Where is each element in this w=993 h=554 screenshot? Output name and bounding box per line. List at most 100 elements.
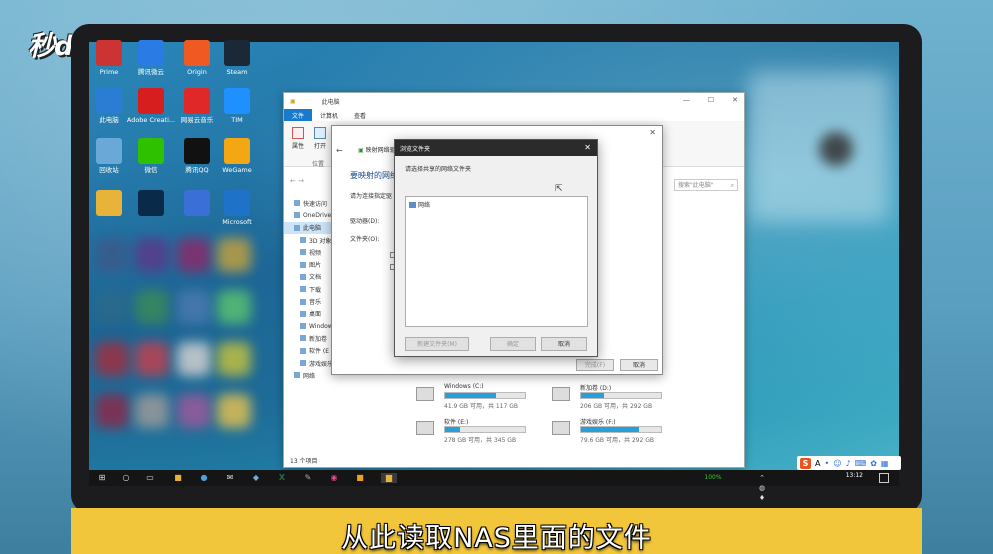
explorer-title: 此电脑 — [321, 98, 340, 106]
chrome-icon[interactable]: ◉ — [329, 473, 339, 483]
desktop-icon-label: Steam — [226, 68, 248, 76]
properties-icon — [292, 127, 304, 139]
skin-icon[interactable]: ✿ — [870, 459, 877, 468]
desktop-icon[interactable]: WeGame — [206, 138, 268, 174]
steam-icon — [224, 40, 250, 66]
tree-item-label: 网络 — [418, 202, 431, 209]
caption-text: 从此读取NAS里面的文件 — [341, 523, 652, 554]
nav-folder-icon — [300, 273, 306, 280]
properties-button[interactable]: 属性 — [288, 127, 308, 150]
browse-folder-dialog[interactable]: 浏览文件夹 ✕ 请选择共享的网络文件夹 网络 ⇱ 新建文件夹(M) 确定 取消 — [394, 139, 598, 357]
open-button[interactable]: 打开 — [310, 127, 330, 150]
excel-icon[interactable]: X — [277, 473, 287, 483]
nav-folder-icon — [294, 224, 300, 231]
network-drive-icon: ▣ — [358, 147, 364, 154]
explorer-titlebar[interactable]: ▣ 此电脑 — [284, 93, 744, 109]
close-icon[interactable]: ✕ — [732, 96, 738, 104]
nav-folder-icon — [300, 298, 306, 305]
blurred-icon — [135, 290, 169, 324]
tools-icon[interactable]: ▦ — [881, 459, 889, 468]
close-icon[interactable]: ✕ — [584, 143, 591, 152]
ok-button[interactable]: 确定 — [490, 337, 536, 351]
drive-tile[interactable]: 新加卷 (D:) 206 GB 可用，共 292 GB — [552, 383, 672, 413]
desktop-icon[interactable]: TIM — [206, 88, 268, 124]
prime-icon — [96, 40, 122, 66]
cancel-button[interactable]: 取消 — [541, 337, 587, 351]
battery-icon[interactable]: 100% — [703, 473, 723, 483]
nav-item-label: 网络 — [303, 372, 316, 380]
ime-toolbar[interactable]: S A • ☺ ♪ ⌨ ✿ ▦ — [797, 456, 901, 470]
open-label: 打开 — [313, 143, 326, 150]
photoshop-icon — [138, 190, 164, 216]
punctuation-icon[interactable]: • — [824, 459, 829, 468]
drive-usage-fill — [581, 393, 605, 398]
drive-usage-fill — [445, 393, 497, 398]
file-explorer-taskbar-icon[interactable]: ▆ — [381, 473, 397, 483]
tab-file[interactable]: 文件 — [284, 108, 313, 122]
blurred-icon — [177, 394, 211, 428]
sogou-ime-icon[interactable]: S — [800, 457, 811, 469]
browser-icon[interactable]: ● — [199, 473, 209, 483]
drive-free-space: 278 GB 可用，共 345 GB — [444, 437, 517, 444]
drive-tile[interactable]: 软件 (E:) 278 GB 可用，共 345 GB — [416, 417, 536, 447]
drive-tile[interactable]: Windows (C:) 41.9 GB 可用，共 117 GB — [416, 383, 536, 413]
wechat-icon — [138, 138, 164, 164]
blurred-icon — [95, 394, 129, 428]
drive-free-space: 79.6 GB 可用，共 292 GB — [580, 437, 654, 444]
drive-tile[interactable]: 游戏娱乐 (F:) 79.6 GB 可用，共 292 GB — [552, 417, 672, 447]
drive-usage-bar — [580, 426, 662, 433]
desktop-icon[interactable]: Microsoft — [206, 190, 268, 226]
finish-button[interactable]: 完成(F) — [576, 359, 614, 371]
emoji-icon[interactable]: ☺ — [833, 459, 841, 468]
folder-tree[interactable]: 网络 — [405, 196, 588, 327]
mail-icon[interactable]: ✉ — [225, 473, 235, 483]
properties-label: 属性 — [291, 143, 304, 150]
app-icon[interactable]: ◆ — [251, 473, 261, 483]
mic-icon[interactable]: ♪ — [846, 459, 851, 468]
back-arrow-icon[interactable]: ← — [290, 177, 296, 185]
blurred-icon — [95, 290, 129, 324]
cancel-button[interactable]: 取消 — [620, 359, 658, 371]
minimize-icon[interactable]: — — [683, 96, 690, 104]
nav-item-label: 此电脑 — [303, 225, 322, 233]
maximize-icon[interactable]: ☐ — [708, 96, 714, 104]
search-icon[interactable]: ○ — [121, 473, 131, 483]
tab-computer[interactable]: 计算机 — [312, 109, 346, 122]
app-icon[interactable]: ■ — [355, 473, 365, 483]
folder-icon — [96, 190, 122, 216]
edge-icon — [224, 190, 250, 216]
new-folder-button[interactable]: 新建文件夹(M) — [405, 337, 469, 351]
nav-folder-icon — [300, 335, 306, 342]
nav-folder-icon — [300, 310, 306, 317]
store-icon[interactable]: ■ — [173, 473, 183, 483]
drive-usage-fill — [581, 427, 640, 432]
nav-item-label: 新加卷 — [309, 335, 328, 343]
nav-item-label: 下载 — [309, 286, 322, 294]
nav-item-label: 桌面 — [309, 311, 322, 319]
notification-icon[interactable] — [879, 473, 889, 483]
mouse-cursor-icon: ⇱ — [555, 184, 563, 194]
blurred-icon — [217, 290, 251, 324]
quick-access-toolbar-icon[interactable]: ▣ — [290, 98, 296, 105]
back-arrow-icon[interactable]: ← — [336, 146, 343, 155]
keyboard-icon[interactable]: ⌨ — [855, 459, 867, 468]
desktop-icon-label: WeGame — [222, 166, 252, 174]
tab-view[interactable]: 查看 — [346, 109, 374, 122]
start-windows-icon[interactable]: ⊞ — [97, 473, 107, 483]
blurred-icon — [135, 394, 169, 428]
nav-folder-icon — [300, 323, 306, 330]
nav-folder-icon — [300, 261, 306, 268]
search-input[interactable]: 搜索"此电脑" ⌕ — [674, 179, 738, 191]
taskbar-clock[interactable]: 13:12 — [846, 472, 863, 479]
task-view-icon[interactable]: ▭ — [145, 473, 155, 483]
desktop-icon[interactable]: Steam — [206, 40, 268, 76]
forward-arrow-icon[interactable]: → — [298, 177, 304, 185]
nav-item-label: 视频 — [309, 249, 322, 257]
drive-usage-fill — [445, 427, 461, 432]
tree-item-network[interactable]: 网络 — [409, 200, 430, 209]
nav-folder-icon — [294, 372, 300, 379]
close-icon[interactable]: ✕ — [649, 128, 656, 137]
app-icon[interactable]: ✎ — [303, 473, 313, 483]
ime-language[interactable]: A — [815, 459, 820, 468]
tray-icons[interactable]: ⌃ ◍ ♦ — [757, 473, 767, 502]
